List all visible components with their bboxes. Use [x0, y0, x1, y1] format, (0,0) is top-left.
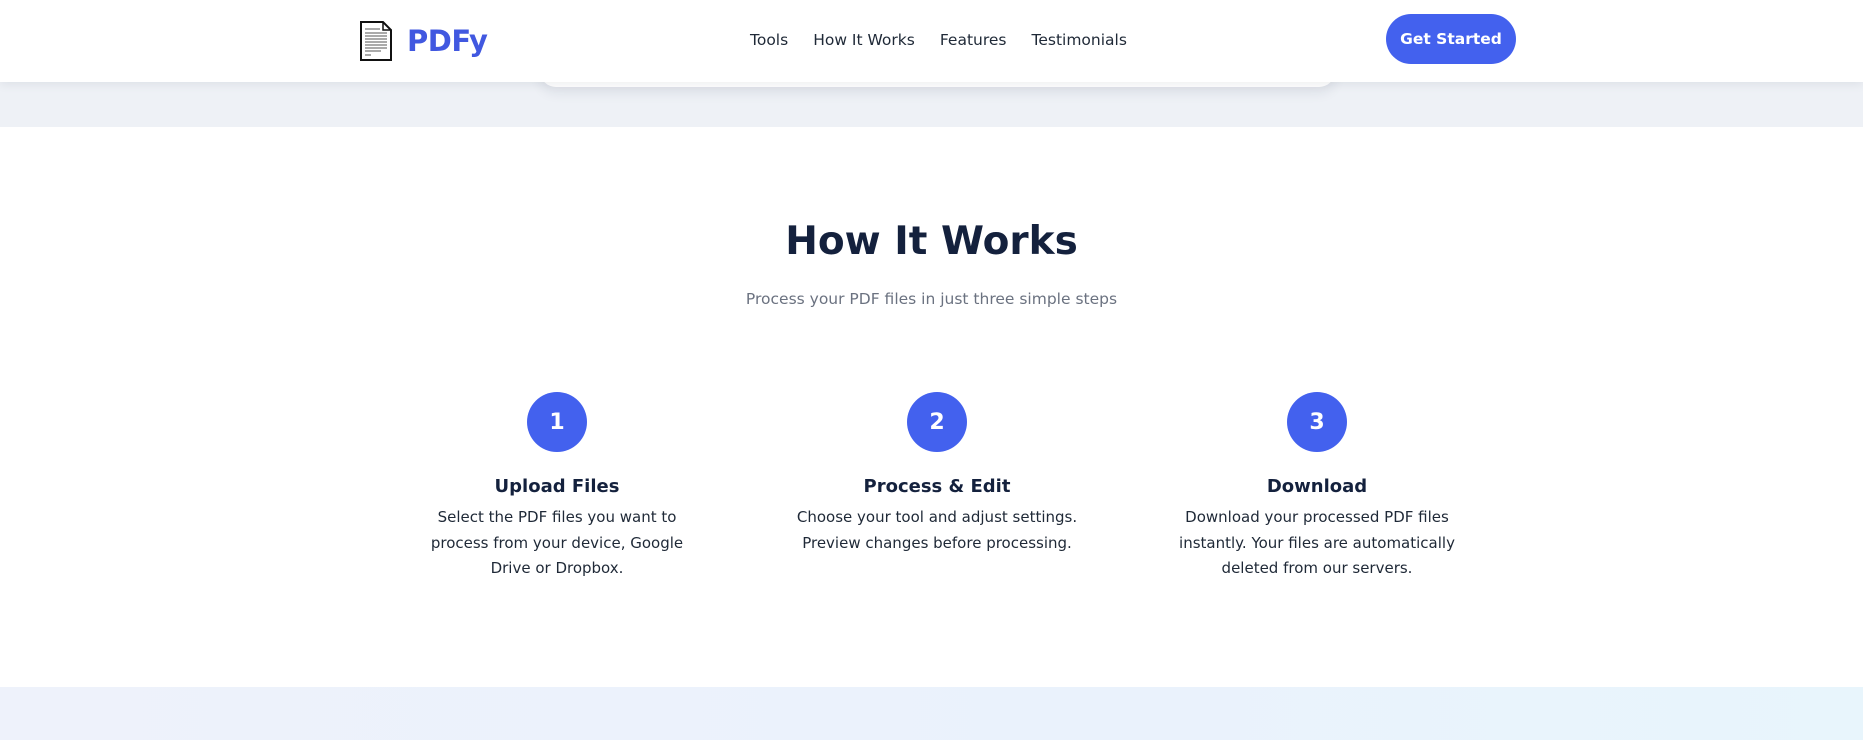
site-header: PDFy Tools How It Works Features Testimo…: [0, 0, 1863, 82]
how-it-works-section: How It Works Process your PDF files in j…: [0, 127, 1863, 687]
step-number-badge: 1: [527, 392, 587, 452]
step-description: Choose your tool and adjust settings. Pr…: [796, 508, 1078, 552]
document-icon: [360, 21, 392, 61]
section-subtitle: Process your PDF files in just three sim…: [745, 290, 1118, 308]
step-title: Process & Edit: [863, 476, 1011, 497]
step-card-upload: 1 Upload Files Select the PDF files you …: [407, 392, 707, 582]
step-number-badge: 3: [1287, 392, 1347, 452]
get-started-button[interactable]: Get Started: [1386, 14, 1516, 64]
step-title: Upload Files: [494, 476, 620, 497]
nav-link-tools[interactable]: Tools: [750, 31, 788, 49]
section-title: How It Works: [785, 219, 1078, 264]
main-nav: Tools How It Works Features Testimonials: [750, 0, 1152, 80]
step-title: Download: [1266, 476, 1368, 497]
step-card-process: 2 Process & Edit Choose your tool and ad…: [787, 392, 1087, 556]
logo[interactable]: PDFy: [359, 20, 488, 62]
step-description: Select the PDF files you want to process…: [430, 508, 684, 577]
nav-link-how-it-works[interactable]: How It Works: [813, 31, 915, 49]
step-card-download: 3 Download Download your processed PDF f…: [1167, 392, 1467, 582]
nav-link-testimonials[interactable]: Testimonials: [1032, 31, 1127, 49]
step-number-badge: 2: [907, 392, 967, 452]
step-description: Download your processed PDF files instan…: [1179, 508, 1455, 577]
next-section-background: [0, 687, 1863, 740]
brand-name: PDFy: [407, 24, 488, 58]
nav-link-features[interactable]: Features: [940, 31, 1007, 49]
